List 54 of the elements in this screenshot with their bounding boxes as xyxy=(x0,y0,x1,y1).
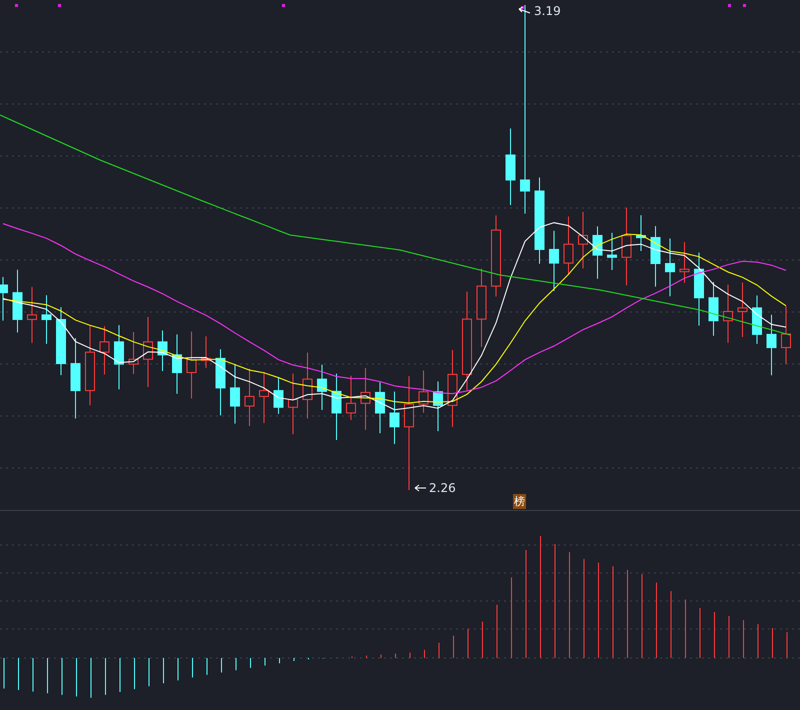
signal-marker xyxy=(15,4,18,7)
candlestick xyxy=(230,364,240,424)
candlestick xyxy=(781,306,791,365)
candlestick xyxy=(332,373,342,441)
candlestick xyxy=(259,372,269,424)
candlestick xyxy=(738,282,748,338)
candlestick xyxy=(186,331,196,400)
signal-marker xyxy=(521,6,524,9)
price-label: 3.19 xyxy=(534,4,561,18)
candlestick xyxy=(143,316,153,388)
ranking-badge: 榜 xyxy=(513,494,526,509)
signal-marker xyxy=(282,4,285,7)
candlestick xyxy=(592,226,602,280)
signal-marker xyxy=(743,4,746,7)
candlestick xyxy=(100,326,110,376)
candlestick xyxy=(680,242,690,284)
signal-marker xyxy=(728,4,731,7)
candlestick xyxy=(650,226,660,288)
candlestick xyxy=(433,380,443,432)
candlestick xyxy=(723,284,733,344)
candlestick xyxy=(317,364,327,410)
candlestick xyxy=(0,276,8,322)
candlestick xyxy=(302,352,312,419)
candlestick xyxy=(375,382,385,434)
candlestick xyxy=(158,330,168,372)
candlestick xyxy=(564,216,574,276)
candlestick xyxy=(665,238,675,297)
signal-marker xyxy=(58,4,61,7)
candlestick xyxy=(418,370,428,414)
candlestick xyxy=(636,214,646,252)
candlestick xyxy=(766,314,776,376)
candlestick xyxy=(201,336,211,368)
candlestick xyxy=(607,232,617,271)
candlestick xyxy=(274,376,284,414)
candlestick xyxy=(172,334,182,394)
candlestick xyxy=(360,368,370,430)
candlestick xyxy=(549,230,559,292)
candlestick xyxy=(42,294,52,344)
candlestick xyxy=(56,306,66,376)
candlestick xyxy=(578,211,588,269)
price-label: 2.26 xyxy=(429,481,456,495)
arrow-icon xyxy=(518,7,532,15)
candlestick xyxy=(288,372,298,435)
candlestick xyxy=(12,269,22,334)
candlestick xyxy=(128,332,138,375)
candlestick xyxy=(390,391,400,445)
candlestick xyxy=(216,348,226,416)
candlestick xyxy=(752,295,762,344)
candlestick xyxy=(27,286,37,344)
candlestick xyxy=(114,324,124,390)
candlestick xyxy=(346,375,356,420)
arrow-icon xyxy=(414,484,427,492)
candlestick xyxy=(244,368,254,426)
candlestick xyxy=(708,282,718,336)
